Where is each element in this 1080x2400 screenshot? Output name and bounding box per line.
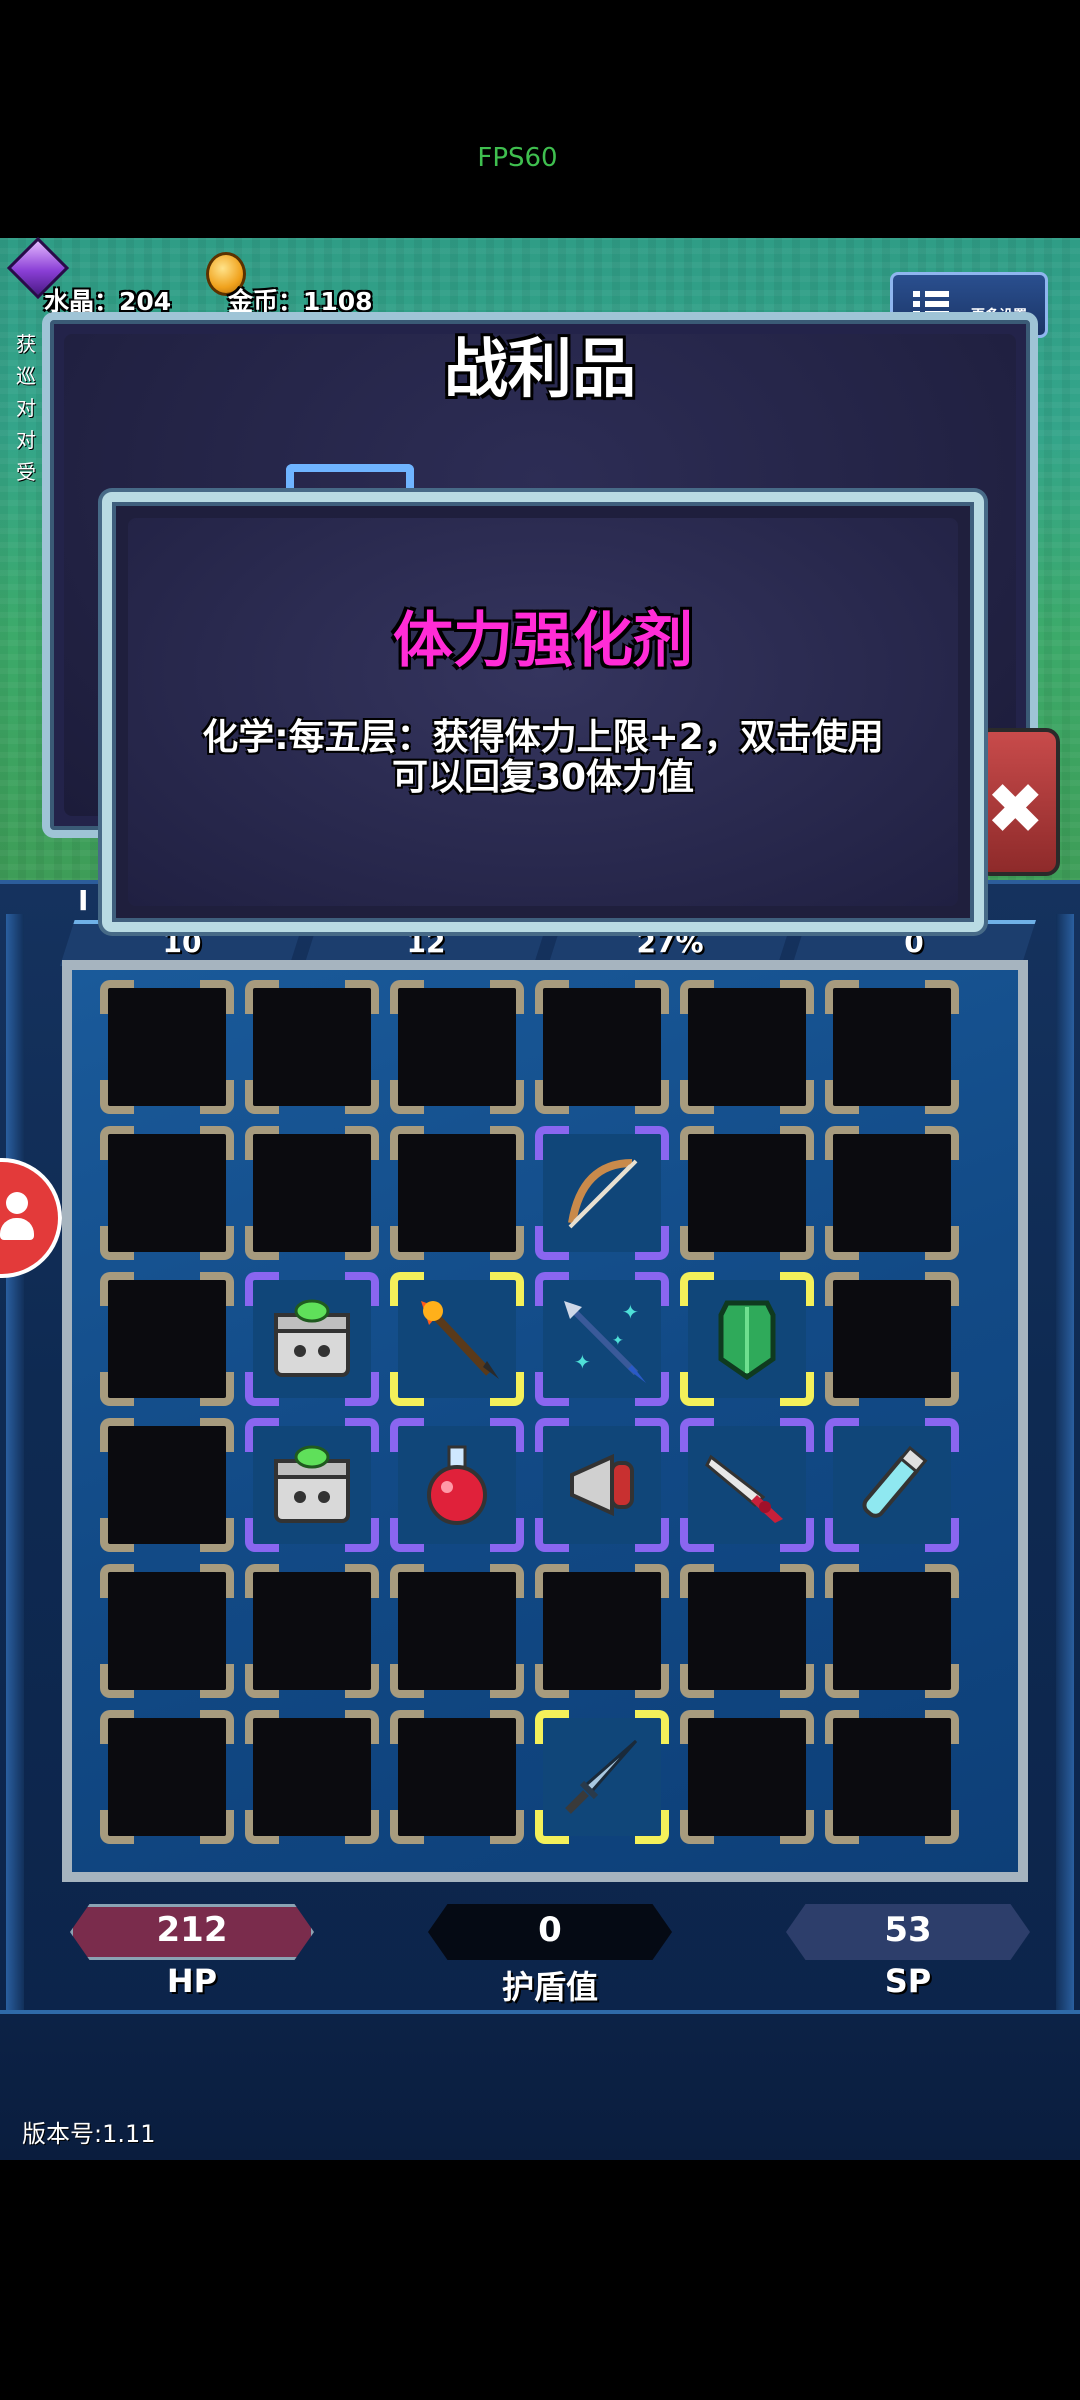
- inventory-slot-empty[interactable]: [825, 1126, 959, 1260]
- inventory-slot-empty[interactable]: [390, 1126, 524, 1260]
- inventory-grid: ✦ ✦ ✦: [100, 980, 980, 1844]
- game-screen: FPS60 水晶：204 金币：1108 更多设置 获 巡 对 对 受 战利品 …: [0, 0, 1080, 2400]
- inventory-slot-empty[interactable]: [100, 1564, 234, 1698]
- inventory-slot-empty[interactable]: [680, 980, 814, 1114]
- close-icon: ✖: [986, 768, 1045, 850]
- inventory-slot-empty[interactable]: [825, 1564, 959, 1698]
- item-description-line: 化学:每五层：获得体力上限+2，双击使用: [202, 717, 884, 758]
- inventory-slot-dagger[interactable]: [535, 1710, 669, 1844]
- inventory-slot-vial[interactable]: [825, 1418, 959, 1552]
- item-tooltip: [102, 492, 984, 932]
- inventory-slot-empty[interactable]: [390, 1710, 524, 1844]
- inventory-slot-empty[interactable]: [245, 980, 379, 1114]
- hp-value: 212: [156, 1910, 228, 1950]
- inventory-slot-bow[interactable]: [535, 1126, 669, 1260]
- close-button[interactable]: ✖: [976, 728, 1060, 876]
- inventory-slot-blade[interactable]: [680, 1418, 814, 1552]
- inventory-slot-potion[interactable]: [390, 1418, 524, 1552]
- item-description: 化学:每五层：获得体力上限+2，双击使用 可以回复30体力值: [150, 718, 936, 798]
- svg-text:✦: ✦: [574, 1350, 591, 1374]
- inventory-slot-empty[interactable]: [535, 980, 669, 1114]
- loot-panel-title: 战利品: [444, 333, 636, 407]
- item-name: 体力强化剂: [393, 606, 693, 676]
- inventory-slot-fire-arrow[interactable]: [390, 1272, 524, 1406]
- inventory-slot-empty[interactable]: [245, 1710, 379, 1844]
- inventory-slot-empty[interactable]: [680, 1564, 814, 1698]
- svg-text:✦: ✦: [612, 1333, 624, 1349]
- inventory-slot-empty[interactable]: [680, 1126, 814, 1260]
- svg-text:✦: ✦: [622, 1300, 639, 1324]
- inventory-slot-empty[interactable]: [535, 1564, 669, 1698]
- inventory-grid-box: ✦ ✦ ✦: [62, 960, 1028, 1882]
- shield-label: 护盾值: [501, 1968, 598, 2006]
- inventory-slot-empty[interactable]: [100, 1710, 234, 1844]
- inventory-slot-empty[interactable]: [245, 1126, 379, 1260]
- inventory-slot-empty[interactable]: [390, 1564, 524, 1698]
- inventory-slot-empty[interactable]: [825, 980, 959, 1114]
- bottom-band: [0, 2010, 1080, 2160]
- inventory-slot-empty[interactable]: [100, 1126, 234, 1260]
- inventory-slot-empty[interactable]: [390, 980, 524, 1114]
- inventory-slot-chest[interactable]: [245, 1272, 379, 1406]
- person-icon: [6, 1192, 28, 1214]
- inventory-slot-empty[interactable]: [825, 1272, 959, 1406]
- inventory-slot-empty[interactable]: [245, 1564, 379, 1698]
- fps-counter: FPS60: [477, 143, 558, 173]
- resource-bar: 水晶：204 金币：1108: [6, 236, 910, 316]
- side-char: 对: [16, 428, 36, 452]
- inventory-slot-empty[interactable]: [825, 1710, 959, 1844]
- inventory-slot-chest[interactable]: [245, 1418, 379, 1552]
- inventory-slot-sparkle-arrow[interactable]: ✦ ✦ ✦: [535, 1272, 669, 1406]
- side-char: 受: [16, 460, 36, 484]
- item-description-line: 可以回复30体力值: [391, 757, 695, 798]
- inventory-slot-empty[interactable]: [100, 1418, 234, 1552]
- shield-value: 0: [538, 1910, 562, 1950]
- inventory-slot-empty[interactable]: [100, 980, 234, 1114]
- hp-label: HP: [166, 1962, 218, 2000]
- inventory-slot-empty[interactable]: [680, 1710, 814, 1844]
- inventory-slot-empty[interactable]: [100, 1272, 234, 1406]
- inventory-slot-megaphone[interactable]: [535, 1418, 669, 1552]
- version-label: 版本号:1.11: [22, 2120, 156, 2148]
- inventory-slot-shield[interactable]: [680, 1272, 814, 1406]
- player-stats-bar: 212 HP 0 护盾值 53 SP: [0, 1890, 1080, 2030]
- sp-value: 53: [884, 1910, 932, 1950]
- sp-label: SP: [884, 1962, 932, 2000]
